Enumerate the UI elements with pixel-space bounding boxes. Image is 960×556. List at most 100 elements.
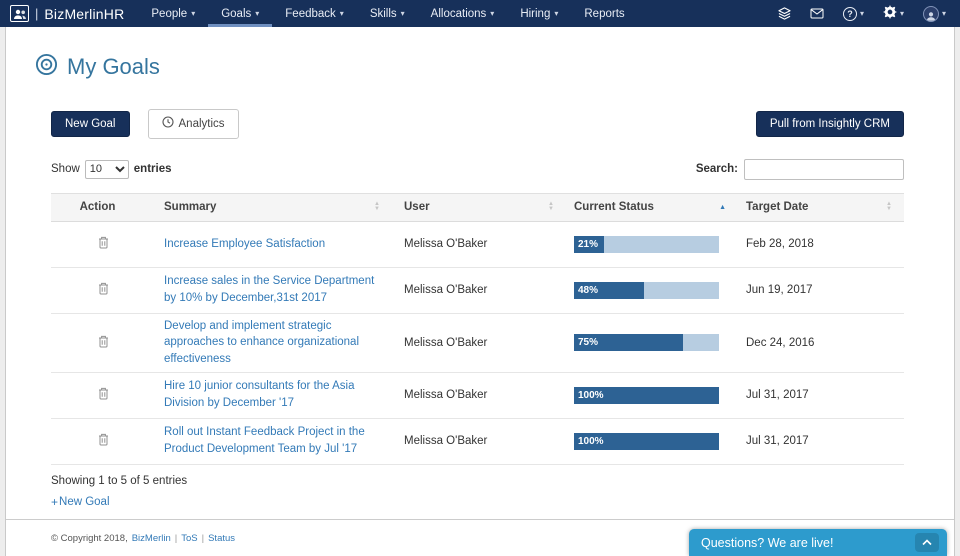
progress-label: 100%: [578, 435, 604, 447]
goals-table: Action Summary ▲ ▼ User ▲ ▼ Current Status…: [51, 192, 904, 465]
column-header-summary[interactable]: Summary ▲ ▼: [156, 194, 396, 221]
delete-goal-button[interactable]: [94, 333, 113, 353]
pull-insightly-crm-button[interactable]: Pull from Insightly CRM: [755, 110, 904, 138]
nav-item-people[interactable]: People ▾: [138, 0, 208, 27]
mail-icon[interactable]: [810, 8, 824, 19]
chat-label: Questions? We are live!: [701, 535, 834, 550]
delete-goal-button[interactable]: [94, 431, 113, 451]
table-row: Roll out Instant Feedback Project in the…: [51, 419, 904, 465]
sort-asc-icon: ▲: [719, 203, 726, 211]
goal-summary-link[interactable]: Hire 10 junior consultants for the Asia …: [164, 380, 355, 409]
caret-down-icon: ▾: [490, 8, 495, 18]
analytics-button[interactable]: Analytics: [147, 109, 239, 139]
caret-down-icon: ▾: [554, 8, 559, 18]
caret-down-icon: ▾: [255, 8, 260, 18]
caret-down-icon: ▾: [339, 8, 344, 18]
goal-user: Melissa O'Baker: [404, 435, 488, 448]
goal-target-date: Feb 28, 2018: [746, 238, 814, 251]
footer-status-link[interactable]: Status: [208, 533, 235, 544]
table-row: Increase sales in the Service Department…: [51, 268, 904, 314]
clock-icon: [161, 116, 174, 132]
brand[interactable]: | BizMerlinHR: [0, 0, 138, 27]
goal-target-icon: [34, 52, 59, 82]
column-header-action[interactable]: Action: [51, 194, 156, 221]
main-nav: People ▾ Goals ▾ Feedback ▾ Skills ▾ All…: [138, 0, 637, 27]
toolbar: New Goal Analytics Pull from Insightly C…: [51, 109, 904, 139]
nav-item-goals[interactable]: Goals ▾: [208, 0, 273, 27]
search-input[interactable]: [744, 158, 904, 180]
caret-down-icon: ▾: [400, 8, 405, 18]
goal-user: Melissa O'Baker: [404, 336, 488, 349]
nav-item-feedback[interactable]: Feedback ▾: [272, 0, 357, 27]
avatar: [922, 5, 939, 22]
goal-target-date: Jul 31, 2017: [746, 435, 809, 448]
new-goal-button[interactable]: New Goal: [51, 110, 130, 138]
column-header-target-date[interactable]: Target Date ▲ ▼: [738, 194, 904, 221]
progress-label: 100%: [578, 389, 604, 401]
nav-item-skills[interactable]: Skills ▾: [357, 0, 418, 27]
page-title-block: My Goals: [34, 52, 904, 82]
copyright-text: © Copyright 2018,: [51, 532, 128, 544]
sort-icon: ▲ ▼: [374, 201, 380, 213]
goal-summary-link[interactable]: Increase Employee Satisfaction: [164, 238, 325, 250]
table-header-row: Action Summary ▲ ▼ User ▲ ▼ Current Status…: [51, 192, 904, 222]
modules-layers-icon[interactable]: [778, 7, 791, 20]
goal-summary-link[interactable]: Develop and implement strategic approach…: [164, 320, 359, 365]
goal-summary-link[interactable]: Increase sales in the Service Department…: [164, 275, 374, 304]
brand-separator: |: [35, 6, 39, 21]
caret-down-icon: ▾: [191, 8, 196, 18]
new-goal-link[interactable]: + New Goal: [51, 496, 110, 508]
progress-label: 75%: [578, 337, 599, 349]
goal-target-date: Dec 24, 2016: [746, 336, 815, 349]
sort-icon: ▲ ▼: [548, 201, 554, 213]
table-controls: Show 10 entries Search:: [51, 158, 904, 180]
progress-bar: 48%: [574, 281, 719, 299]
people-logo-icon: [10, 5, 29, 22]
help-icon: ?: [842, 6, 857, 21]
nav-item-reports[interactable]: Reports: [571, 0, 637, 27]
show-label: Show: [51, 163, 80, 176]
settings-menu[interactable]: ▾: [882, 5, 904, 22]
footer-tos-link[interactable]: ToS: [181, 533, 197, 544]
nav-item-allocations[interactable]: Allocations ▾: [418, 0, 508, 27]
delete-goal-button[interactable]: [94, 234, 113, 254]
search-label: Search:: [695, 163, 738, 176]
progress-label: 48%: [578, 284, 599, 296]
progress-bar: 21%: [574, 235, 719, 253]
progress-bar: 100%: [574, 386, 719, 404]
main-content: My Goals New Goal Analytics Pull from In…: [6, 27, 954, 519]
help-menu[interactable]: ? ▾: [842, 6, 864, 21]
goal-target-date: Jun 19, 2017: [746, 284, 813, 297]
live-chat-bar[interactable]: Questions? We are live!: [689, 529, 947, 556]
page-size-select[interactable]: 10: [84, 159, 129, 179]
chevron-up-icon: [922, 539, 932, 546]
entries-label: entries: [133, 163, 172, 176]
goal-user: Melissa O'Baker: [404, 284, 488, 297]
column-header-current-status[interactable]: Current Status ▲: [566, 194, 738, 221]
goal-summary-link[interactable]: Roll out Instant Feedback Project in the…: [164, 426, 365, 455]
progress-bar: 100%: [574, 432, 719, 450]
plus-icon: +: [51, 494, 59, 509]
showing-entries-text: Showing 1 to 5 of 5 entries: [51, 474, 188, 487]
table-row: Develop and implement strategic approach…: [51, 314, 904, 373]
delete-goal-button[interactable]: [94, 385, 113, 405]
caret-down-icon: ▾: [941, 8, 946, 18]
table-row: Increase Employee Satisfaction Melissa O…: [51, 222, 904, 268]
footer-brand-link[interactable]: BizMerlin: [132, 533, 171, 544]
goal-user: Melissa O'Baker: [404, 238, 488, 251]
caret-down-icon: ▾: [859, 8, 864, 18]
brand-name: BizMerlinHR: [44, 5, 125, 22]
column-header-user[interactable]: User ▲ ▼: [396, 194, 566, 221]
top-navbar: | BizMerlinHR People ▾ Goals ▾ Feedback …: [0, 0, 960, 27]
sort-icon: ▲ ▼: [886, 201, 892, 213]
gear-icon: [882, 5, 897, 22]
page-frame: My Goals New Goal Analytics Pull from In…: [5, 27, 955, 556]
page-title: My Goals: [67, 54, 160, 79]
progress-label: 21%: [578, 238, 599, 250]
nav-item-hiring[interactable]: Hiring ▾: [507, 0, 571, 27]
user-menu[interactable]: ▾: [922, 5, 946, 22]
table-row: Hire 10 junior consultants for the Asia …: [51, 373, 904, 419]
delete-goal-button[interactable]: [94, 280, 113, 300]
caret-down-icon: ▾: [899, 8, 904, 18]
chat-collapse-button[interactable]: [915, 533, 939, 552]
